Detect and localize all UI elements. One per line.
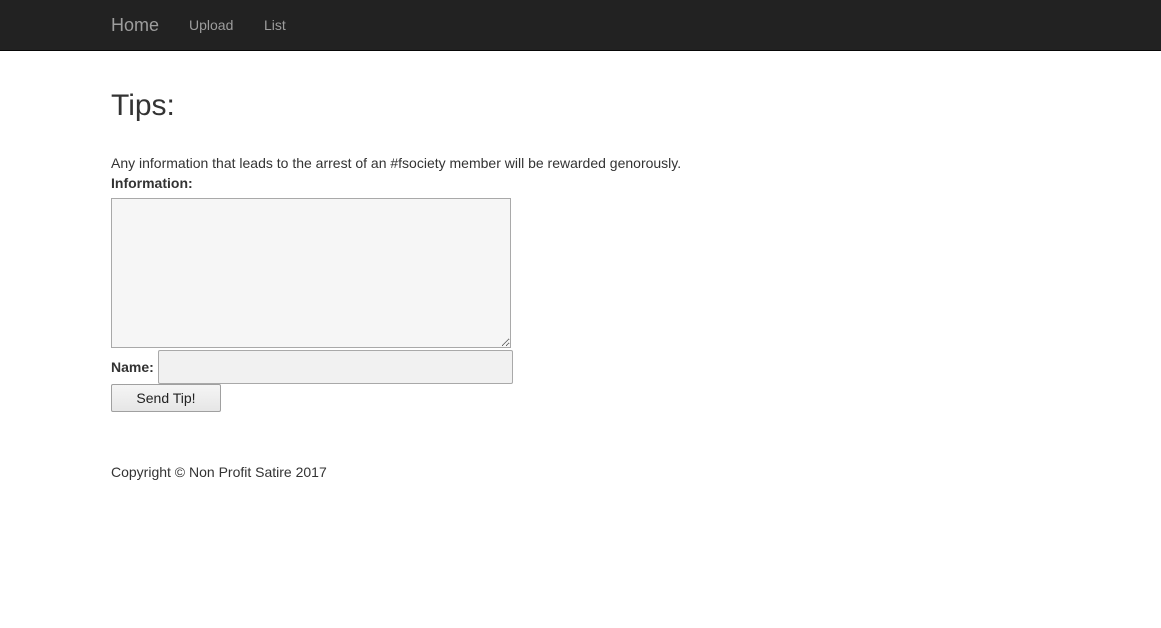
page-title: Tips:	[111, 89, 175, 122]
nav-home-link[interactable]: Home	[111, 15, 159, 35]
intro-text: Any information that leads to the arrest…	[111, 155, 682, 171]
copyright-text: Copyright © Non Profit Satire 2017	[111, 464, 327, 480]
name-label: Name:	[111, 359, 154, 375]
information-label: Information:	[111, 175, 193, 191]
nav-list-link[interactable]: List	[264, 17, 286, 33]
nav-upload-link[interactable]: Upload	[189, 17, 233, 33]
information-textarea[interactable]	[111, 198, 511, 348]
name-input[interactable]	[158, 350, 513, 384]
top-navbar: Home Upload List	[0, 0, 1161, 51]
send-tip-button[interactable]: Send Tip!	[111, 384, 221, 412]
